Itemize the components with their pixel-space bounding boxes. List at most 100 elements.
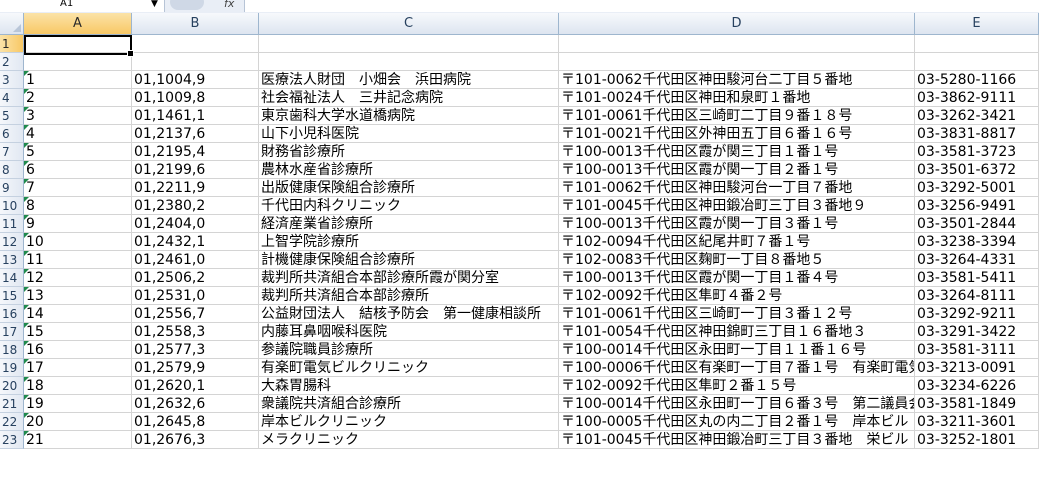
cell-b[interactable]: 01,2380,2 [132, 197, 259, 215]
cell-b[interactable]: 01,2531,0 [132, 287, 259, 305]
cell-a[interactable]: 5 [24, 143, 132, 161]
row-header[interactable]: 4 [0, 89, 24, 107]
cell-e[interactable]: 03-3264-4331 [915, 251, 1039, 269]
cell-c[interactable]: 有楽町電気ビルクリニック [259, 359, 559, 377]
cell-b[interactable]: 01,2632,6 [132, 395, 259, 413]
column-header-b[interactable]: B [132, 13, 259, 35]
name-box[interactable]: A1 ▼ [0, 0, 165, 12]
insert-function-icon[interactable]: fx [224, 0, 234, 10]
cell-d[interactable] [559, 53, 915, 71]
cell-a[interactable]: 8 [24, 197, 132, 215]
cell-a[interactable]: 11 [24, 251, 132, 269]
row-header[interactable]: 18 [0, 341, 24, 359]
cell-b[interactable]: 01,2404,0 [132, 215, 259, 233]
cell-b[interactable] [132, 53, 259, 71]
cell-a[interactable]: 1 [24, 71, 132, 89]
cell-b[interactable]: 01,1461,1 [132, 107, 259, 125]
cell-b[interactable]: 01,2195,4 [132, 143, 259, 161]
cell-b[interactable]: 01,2432,1 [132, 233, 259, 251]
cell-d[interactable]: 〒100-0014千代田区永田町一丁目６番３号 第二議員会館 [559, 395, 915, 413]
cell-d[interactable]: 〒101-0021千代田区外神田五丁目６番１６号 [559, 125, 915, 143]
chevron-down-icon[interactable]: ▼ [151, 0, 158, 10]
cell-a[interactable]: 9 [24, 215, 132, 233]
cell-e[interactable]: 03-3292-9211 [915, 305, 1039, 323]
cell-a[interactable]: 16 [24, 341, 132, 359]
row-header[interactable]: 20 [0, 377, 24, 395]
row-header[interactable]: 10 [0, 197, 24, 215]
cell-d[interactable]: 〒100-0014千代田区永田町一丁目１１番１６号 [559, 341, 915, 359]
cell-c[interactable]: 岸本ビルクリニック [259, 413, 559, 431]
cell-e[interactable] [915, 53, 1039, 71]
cell-a[interactable]: 2 [24, 89, 132, 107]
cell-e[interactable]: 03-3213-0091 [915, 359, 1039, 377]
row-header[interactable]: 1 [0, 35, 24, 53]
cell-b[interactable]: 01,2461,0 [132, 251, 259, 269]
cell-e[interactable]: 03-3238-3394 [915, 233, 1039, 251]
cell-d[interactable]: 〒101-0054千代田区神田錦町三丁目１６番地３ [559, 323, 915, 341]
cell-c[interactable]: メラクリニック [259, 431, 559, 449]
row-header[interactable]: 13 [0, 251, 24, 269]
cell-c[interactable]: 山下小児科医院 [259, 125, 559, 143]
formula-buttons[interactable] [170, 0, 204, 10]
cell-a[interactable]: 19 [24, 395, 132, 413]
cell-e[interactable]: 03-3252-1801 [915, 431, 1039, 449]
cell-b[interactable]: 01,2645,8 [132, 413, 259, 431]
row-header[interactable]: 19 [0, 359, 24, 377]
cell-c[interactable]: 社会福祉法人 三井記念病院 [259, 89, 559, 107]
cell-d[interactable]: 〒101-0024千代田区神田和泉町１番地 [559, 89, 915, 107]
fill-handle[interactable] [127, 50, 134, 57]
cell-b[interactable]: 01,2506,2 [132, 269, 259, 287]
cell-d[interactable]: 〒100-0005千代田区丸の内二丁目２番１号 岸本ビル [559, 413, 915, 431]
cell-d[interactable]: 〒101-0062千代田区神田駿河台二丁目５番地 [559, 71, 915, 89]
cell-e[interactable]: 03-5280-1166 [915, 71, 1039, 89]
cell-c[interactable]: 裁判所共済組合本部診療所 [259, 287, 559, 305]
cell-d[interactable]: 〒102-0092千代田区隼町２番１５号 [559, 377, 915, 395]
cell-c[interactable]: 上智学院診療所 [259, 233, 559, 251]
cell-d[interactable]: 〒101-0045千代田区神田鍛冶町三丁目３番地 栄ビル [559, 431, 915, 449]
cell-e[interactable]: 03-3262-3421 [915, 107, 1039, 125]
row-header[interactable]: 22 [0, 413, 24, 431]
row-header[interactable]: 23 [0, 431, 24, 449]
column-header-d[interactable]: D [559, 13, 915, 35]
cell-c[interactable]: 千代田内科クリニック [259, 197, 559, 215]
cell-c[interactable]: 大森胃腸科 [259, 377, 559, 395]
cell-e[interactable] [915, 35, 1039, 53]
cell-a[interactable]: 6 [24, 161, 132, 179]
cell-e[interactable]: 03-3291-3422 [915, 323, 1039, 341]
row-header[interactable]: 14 [0, 269, 24, 287]
cell-a[interactable]: 18 [24, 377, 132, 395]
cell-e[interactable]: 03-3211-3601 [915, 413, 1039, 431]
cell-d[interactable]: 〒101-0061千代田区三崎町二丁目９番１８号 [559, 107, 915, 125]
cell-a[interactable]: 12 [24, 269, 132, 287]
row-header[interactable]: 16 [0, 305, 24, 323]
cell-c[interactable]: 内藤耳鼻咽喉科医院 [259, 323, 559, 341]
cell-a[interactable]: 4 [24, 125, 132, 143]
row-header[interactable]: 17 [0, 323, 24, 341]
cell-a[interactable]: 17 [24, 359, 132, 377]
cell-b[interactable]: 01,2676,3 [132, 431, 259, 449]
cell-c[interactable]: 計機健康保険組合診療所 [259, 251, 559, 269]
cell-d[interactable]: 〒102-0094千代田区紀尾井町７番１号 [559, 233, 915, 251]
cell-a[interactable]: 3 [24, 107, 132, 125]
cell-b[interactable]: 01,2556,7 [132, 305, 259, 323]
cell-b[interactable]: 01,2137,6 [132, 125, 259, 143]
cell-e[interactable]: 03-3581-5411 [915, 269, 1039, 287]
cell-e[interactable]: 03-3234-6226 [915, 377, 1039, 395]
cell-d[interactable]: 〒100-0013千代田区霞が関一丁目２番１号 [559, 161, 915, 179]
cell-c[interactable]: 農林水産省診療所 [259, 161, 559, 179]
column-header-e[interactable]: E [915, 13, 1039, 35]
formula-input[interactable] [244, 0, 1039, 12]
cell-a[interactable] [24, 53, 132, 71]
cell-e[interactable]: 03-3292-5001 [915, 179, 1039, 197]
cell-b[interactable]: 01,1009,8 [132, 89, 259, 107]
cell-e[interactable]: 03-3264-8111 [915, 287, 1039, 305]
cell-c[interactable] [259, 35, 559, 53]
cell-b[interactable]: 01,2199,6 [132, 161, 259, 179]
cell-b[interactable]: 01,2579,9 [132, 359, 259, 377]
column-header-a[interactable]: A [24, 13, 132, 35]
row-header[interactable]: 6 [0, 125, 24, 143]
cell-d[interactable]: 〒100-0013千代田区霞が関一丁目３番１号 [559, 215, 915, 233]
cell-d[interactable]: 〒101-0062千代田区神田駿河台一丁目７番地 [559, 179, 915, 197]
row-header[interactable]: 7 [0, 143, 24, 161]
cell-b[interactable]: 01,2558,3 [132, 323, 259, 341]
